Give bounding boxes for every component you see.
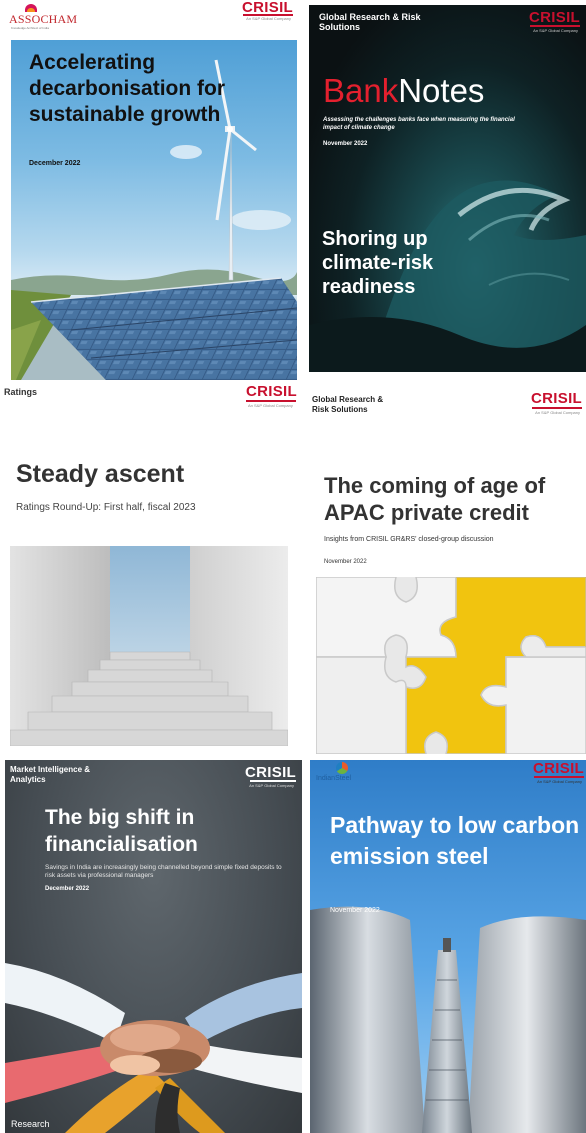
indiansteel-leaf-icon xyxy=(336,762,348,774)
report-card-steady-ascent[interactable]: Ratings CRISIL An S&P Global Company Ste… xyxy=(0,380,303,752)
assocham-logo: ASSOCHAM Knowledge Architect of India xyxy=(9,4,79,34)
banknotes-subtitle: Assessing the challenges banks face when… xyxy=(323,117,515,131)
cover-date: November 2022 xyxy=(324,559,367,565)
cover-image-solar-wind: Accelerating decarbonisation for sustain… xyxy=(11,40,297,380)
report-card-steel[interactable]: IndianSteel CRISIL An S&P Global Company… xyxy=(310,760,586,1133)
crisil-tagline: An S&P Global Company xyxy=(249,783,294,788)
cover-date: December 2022 xyxy=(29,160,81,167)
assocham-emblem-icon xyxy=(25,4,37,12)
ratings-header: Ratings xyxy=(4,387,38,397)
crisil-logo: CRISIL xyxy=(529,9,580,26)
cover-title: Pathway to low carbon emission steel xyxy=(330,812,580,869)
assocham-tagline: Knowledge Architect of India xyxy=(11,26,49,30)
banknotes-headline: Shoring up climate-risk readiness xyxy=(322,228,434,298)
assocham-wordmark: ASSOCHAM xyxy=(9,12,78,26)
crisil-tagline: An S&P Global Company xyxy=(533,28,578,33)
stairs-image xyxy=(10,546,288,746)
banknotes-header: Global Research & Risk Solutions xyxy=(319,12,421,32)
cover-date: November 2022 xyxy=(330,907,380,914)
banknotes-date: November 2022 xyxy=(323,141,368,147)
crisil-tagline: An S&P Global Company xyxy=(537,779,582,784)
report-card-banknotes[interactable]: Global Research & Risk Solutions CRISIL … xyxy=(309,5,586,372)
cover-subtitle: Savings in India are increasingly being … xyxy=(45,864,282,879)
report-card-big-shift[interactable]: Market Intelligence & Analytics CRISIL A… xyxy=(5,760,302,1133)
cover-title: The big shift in financialisation xyxy=(45,806,198,856)
cover-title: The coming of age of APAC private credit xyxy=(324,473,546,525)
crisil-logo: CRISIL xyxy=(245,764,296,781)
shift-header: Market Intelligence & Analytics xyxy=(10,765,91,784)
cover-title: Steady ascent xyxy=(16,460,185,488)
crisil-tagline: An S&P Global Company xyxy=(248,403,293,408)
title-bank: Bank xyxy=(323,72,399,109)
banknotes-title: BankNotes xyxy=(323,73,484,109)
indiansteel-wordmark: IndianSteel xyxy=(316,775,352,782)
crisil-logo: CRISIL xyxy=(531,390,582,407)
report-card-decarbonisation[interactable]: ASSOCHAM Knowledge Architect of India CR… xyxy=(9,0,297,380)
apac-header: Global Research & Risk Solutions xyxy=(312,395,384,414)
crisil-logo: CRISIL xyxy=(533,760,584,777)
puzzle-image xyxy=(316,577,586,754)
title-notes: Notes xyxy=(398,72,485,109)
indiansteel-logo: IndianSteel xyxy=(316,762,376,786)
cover-subtitle: Ratings Round-Up: First half, fiscal 202… xyxy=(16,502,196,513)
wave-image xyxy=(309,180,586,372)
cover-subtitle: Insights from CRISIL GR&RS' closed-group… xyxy=(324,536,494,543)
crisil-logo: CRISIL xyxy=(246,383,297,400)
report-card-apac-private-credit[interactable]: Global Research & Risk Solutions CRISIL … xyxy=(308,384,586,756)
cover-date: December 2022 xyxy=(45,886,90,892)
hands-image xyxy=(5,963,302,1133)
cover-title: Accelerating decarbonisation for sustain… xyxy=(29,51,226,126)
crisil-tagline: An S&P Global Company xyxy=(535,410,580,415)
research-footer: Research xyxy=(11,1119,50,1129)
crisil-tagline: An S&P Global Company xyxy=(246,16,291,21)
